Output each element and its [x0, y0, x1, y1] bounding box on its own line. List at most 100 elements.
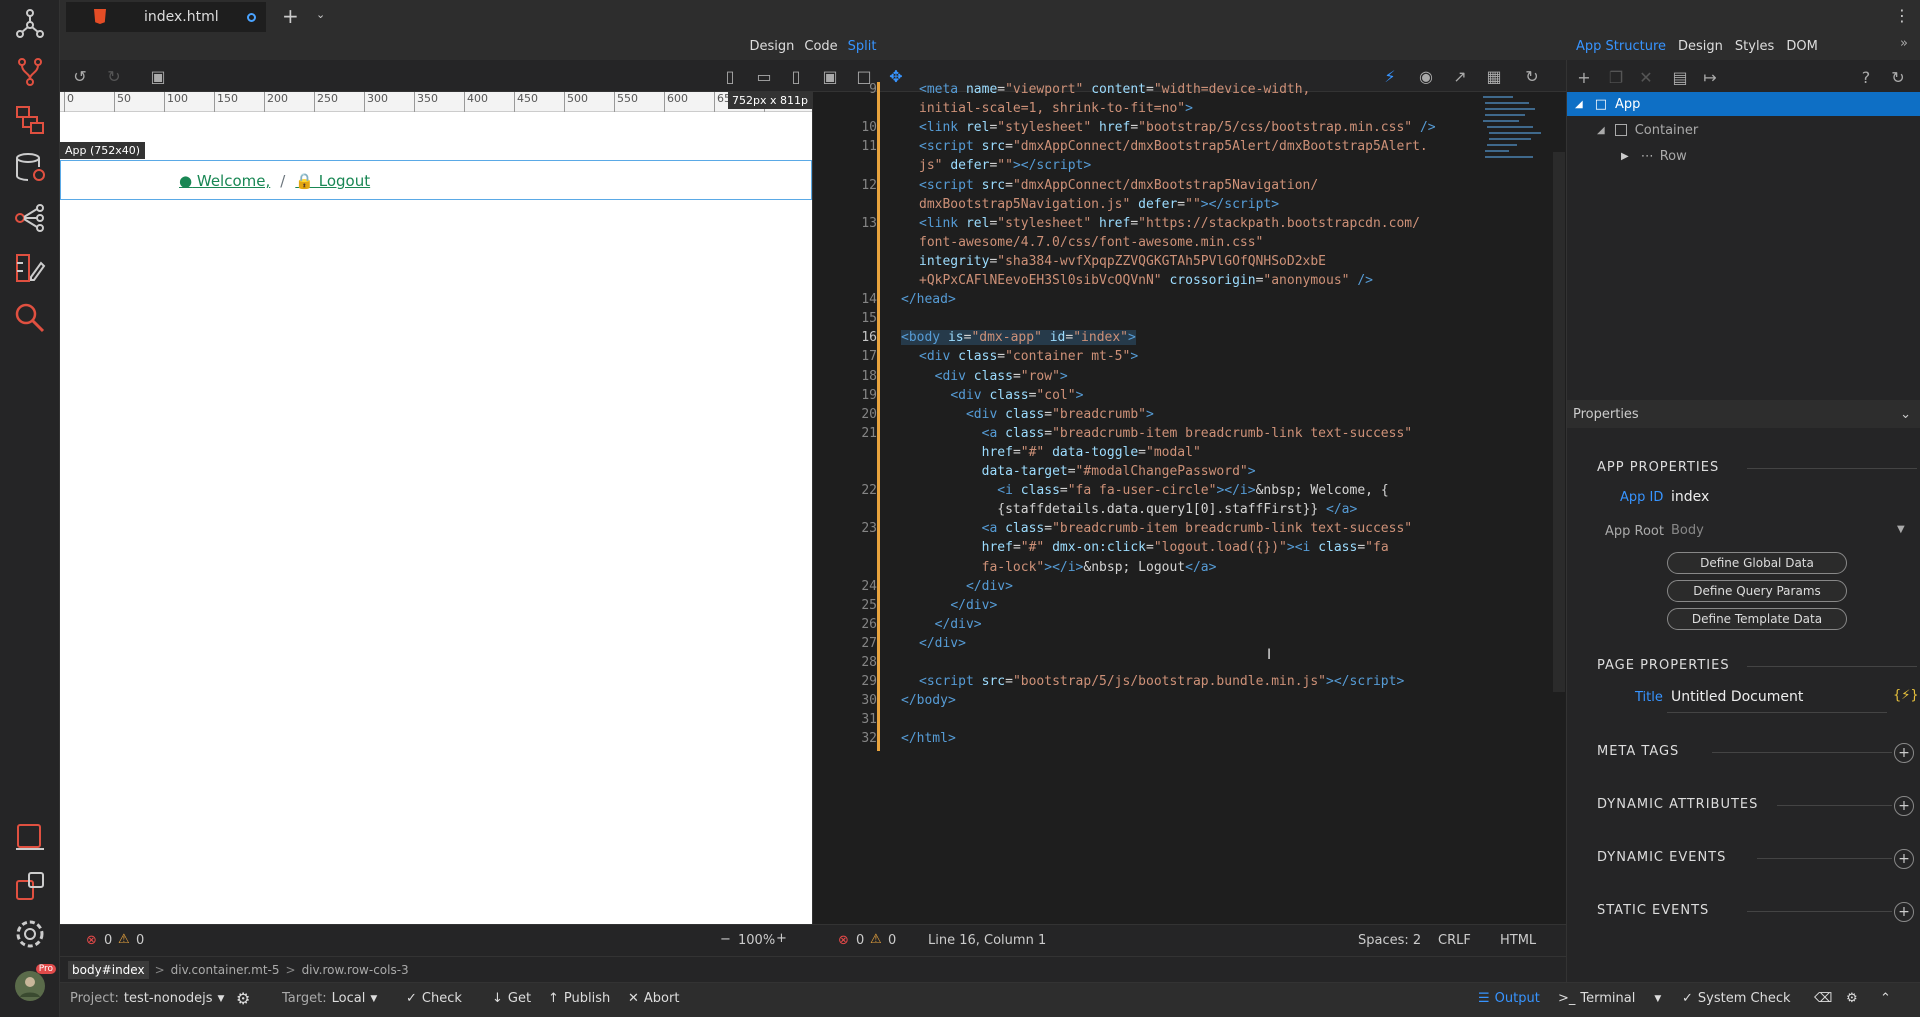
- share-icon[interactable]: [10, 198, 50, 238]
- add-dynamic-attribute-icon[interactable]: +: [1894, 796, 1914, 816]
- preview-eye-icon[interactable]: ◉: [1416, 66, 1436, 86]
- add-component-icon[interactable]: +: [1573, 66, 1595, 88]
- tree-node-row[interactable]: ▶ ⋯ Row: [1567, 144, 1920, 168]
- code-error-count[interactable]: 0: [856, 933, 864, 948]
- mode-code[interactable]: Code: [804, 39, 837, 54]
- welcome-link[interactable]: ● Welcome,: [179, 172, 270, 190]
- code-line[interactable]: <body is="dmx-app" id="index">: [901, 330, 1136, 346]
- code-line[interactable]: </body>: [901, 693, 956, 708]
- zoom-in-icon[interactable]: +: [776, 931, 787, 946]
- code-line[interactable]: dmxBootstrap5Navigation.js" defer=""></s…: [919, 197, 1279, 212]
- code-line[interactable]: <meta name="viewport" content="width=dev…: [919, 82, 1310, 97]
- screenshot-camera-icon[interactable]: ▣: [148, 66, 168, 86]
- define-template-data-button[interactable]: Define Template Data: [1667, 608, 1847, 630]
- cursor-position[interactable]: Line 16, Column 1: [928, 933, 1046, 948]
- code-line[interactable]: integrity="sha384-wvfXpqpZZVQGKGTAh5PVlG…: [919, 254, 1326, 269]
- code-line[interactable]: </div>: [919, 636, 966, 651]
- collapse-up-icon[interactable]: ⌃: [1880, 991, 1891, 1006]
- code-line[interactable]: <div class="breadcrumb">: [919, 407, 1154, 422]
- database-icon[interactable]: [10, 148, 50, 188]
- design-canvas[interactable]: 752px x 811p App (752x40) ● Welcome, / 🔒…: [60, 92, 812, 924]
- more-menu-icon[interactable]: ⋮: [1894, 6, 1910, 25]
- code-minimap[interactable]: [1481, 92, 1541, 182]
- duplicate-icon[interactable]: ❐: [1605, 66, 1627, 88]
- open-external-icon[interactable]: ↗: [1450, 66, 1470, 86]
- publish-button[interactable]: ↑ Publish: [548, 991, 610, 1006]
- crumb-row[interactable]: div.row.row-cols-3: [302, 963, 409, 977]
- extensions-icon[interactable]: [10, 866, 50, 906]
- tab-design[interactable]: Design: [1678, 39, 1723, 54]
- code-line[interactable]: <a class="breadcrumb-item breadcrumb-lin…: [919, 521, 1412, 536]
- code-line[interactable]: <link rel="stylesheet" href="https://sta…: [919, 216, 1420, 231]
- abort-button[interactable]: ✕ Abort: [628, 991, 679, 1006]
- git-icon[interactable]: [10, 52, 50, 92]
- clear-eraser-icon[interactable]: ⌫: [1814, 991, 1832, 1006]
- code-line[interactable]: js" defer=""></script>: [919, 158, 1091, 173]
- design-error-count[interactable]: 0: [104, 933, 112, 948]
- target-selector[interactable]: Target: Local ▼: [282, 991, 377, 1006]
- code-line[interactable]: href="#" data-toggle="modal": [919, 445, 1201, 460]
- get-button[interactable]: ↓ Get: [492, 991, 531, 1006]
- code-line[interactable]: </div>: [919, 617, 982, 632]
- line-ending[interactable]: CRLF: [1438, 933, 1471, 948]
- code-line[interactable]: <script src="dmxAppConnect/dmxBootstrap5…: [919, 178, 1318, 193]
- project-selector[interactable]: Project: test-nonodejs ▼: [70, 991, 224, 1006]
- device-phone-landscape-icon[interactable]: ▭: [754, 66, 774, 86]
- settings-gear-icon[interactable]: [10, 914, 50, 954]
- crumb-body[interactable]: body#index: [68, 960, 149, 979]
- refresh-icon[interactable]: ↻: [1522, 66, 1542, 86]
- user-avatar[interactable]: Pro: [10, 964, 56, 1006]
- wrap-icon[interactable]: ▤: [1669, 66, 1691, 88]
- output-tab[interactable]: ☰ Output: [1478, 991, 1540, 1006]
- title-input[interactable]: Untitled Document: [1671, 689, 1803, 705]
- tab-dom[interactable]: DOM: [1786, 39, 1817, 54]
- system-check-button[interactable]: ✓ System Check: [1682, 991, 1791, 1006]
- add-static-event-icon[interactable]: +: [1894, 902, 1914, 922]
- check-button[interactable]: ✓ Check: [406, 991, 462, 1006]
- code-line[interactable]: <a class="breadcrumb-item breadcrumb-lin…: [919, 426, 1412, 441]
- code-scrollbar[interactable]: [1553, 152, 1565, 692]
- delete-icon[interactable]: ✕: [1635, 66, 1657, 88]
- code-line[interactable]: <link rel="stylesheet" href="bootstrap/5…: [919, 120, 1436, 135]
- app-structure-icon[interactable]: [10, 4, 50, 44]
- code-line[interactable]: <div class="container mt-5">: [919, 349, 1138, 364]
- code-line[interactable]: fa-lock"></i>&nbsp; Logout</a>: [919, 560, 1217, 575]
- logout-link[interactable]: 🔒 Logout: [295, 172, 370, 190]
- zoom-level[interactable]: 100%: [738, 933, 775, 948]
- search-icon[interactable]: [10, 298, 50, 338]
- code-line[interactable]: </div>: [919, 579, 1013, 594]
- code-line[interactable]: <div class="row">: [919, 369, 1068, 384]
- device-tablet-icon[interactable]: ▯: [786, 66, 806, 86]
- code-line[interactable]: {staffdetails.data.query1[0].staffFirst}…: [919, 502, 1357, 517]
- code-warning-count[interactable]: 0: [888, 933, 896, 948]
- tree-node-app[interactable]: ◢ □ App: [1567, 92, 1920, 116]
- code-editor[interactable]: 9 <meta name="viewport" content="width=de…: [812, 82, 1566, 924]
- tab-index-html[interactable]: index.html: [66, 2, 266, 32]
- language-mode[interactable]: HTML: [1500, 933, 1536, 948]
- define-global-data-button[interactable]: Define Global Data: [1667, 552, 1847, 574]
- design-edit-icon[interactable]: [10, 248, 50, 288]
- crumb-container[interactable]: div.container.mt-5: [171, 963, 280, 977]
- app-id-value[interactable]: index: [1671, 489, 1709, 505]
- code-line[interactable]: <div class="col">: [919, 388, 1083, 403]
- code-line[interactable]: href="#" dmx-on:click="logout.load({})">…: [919, 540, 1389, 555]
- debug-bug-icon[interactable]: ⚙: [1846, 991, 1858, 1006]
- app-root-select[interactable]: Body: [1671, 523, 1704, 538]
- collapse-panel-icon[interactable]: »: [1900, 36, 1908, 51]
- dynamic-data-icon[interactable]: {⚡}: [1893, 688, 1919, 703]
- qr-code-icon[interactable]: ▦: [1484, 66, 1504, 86]
- terminal-tab[interactable]: >_ Terminal ▼: [1558, 991, 1661, 1006]
- code-line[interactable]: </head>: [901, 292, 956, 307]
- tab-styles[interactable]: Styles: [1735, 39, 1774, 54]
- device-phone-icon[interactable]: ▯: [720, 66, 740, 86]
- tab-list-chevron-icon[interactable]: ⌄: [316, 8, 325, 21]
- add-dynamic-event-icon[interactable]: +: [1894, 849, 1914, 869]
- new-tab-icon[interactable]: +: [282, 4, 299, 28]
- fluid-resize-icon[interactable]: ✥: [886, 66, 906, 86]
- add-meta-tag-icon[interactable]: +: [1894, 743, 1914, 763]
- move-out-icon[interactable]: ↦: [1699, 66, 1721, 88]
- code-line[interactable]: <script src="dmxAppConnect/dmxBootstrap5…: [919, 139, 1428, 154]
- app-selection-box[interactable]: ● Welcome, / 🔒 Logout: [60, 160, 812, 200]
- live-flash-icon[interactable]: ⚡: [1380, 66, 1400, 86]
- code-line[interactable]: initial-scale=1, shrink-to-fit=no">: [919, 101, 1193, 116]
